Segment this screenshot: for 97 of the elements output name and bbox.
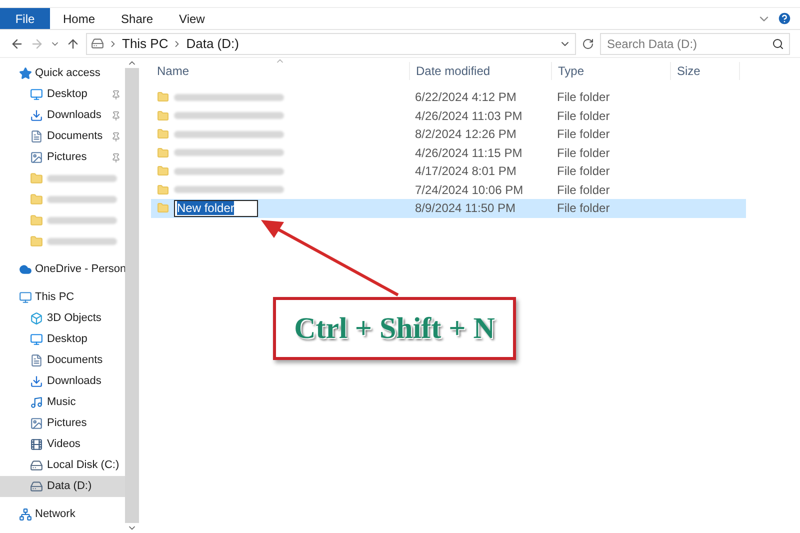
date-cell-text: 4/26/2024 11:03 PM	[414, 108, 524, 125]
nav-item[interactable]: Documents	[47, 128, 103, 145]
folder-icon	[157, 128, 169, 140]
nav-item[interactable]: Music	[47, 394, 76, 411]
nav-group-label[interactable]: Quick access	[35, 65, 100, 82]
pin-icon[interactable]	[111, 132, 121, 142]
file-row[interactable]: 4/17/2024 8:01 PM File folder	[151, 162, 746, 180]
pin-icon[interactable]	[111, 110, 121, 120]
download-icon	[30, 375, 43, 388]
column-header[interactable]: Name	[151, 62, 409, 80]
ribbon-tab[interactable]: Home	[50, 8, 108, 29]
nav-item[interactable]: Data (D:)	[47, 478, 92, 495]
type-cell-text: File folder	[556, 126, 611, 144]
nav-item[interactable]: Videos	[47, 436, 80, 453]
cloud-icon	[19, 263, 32, 276]
picture-icon	[30, 417, 43, 430]
date-cell-text: 4/17/2024 8:01 PM	[414, 163, 518, 180]
column-header[interactable]: Size	[670, 62, 740, 80]
type-cell-text: File folder	[556, 108, 611, 125]
nav-item[interactable]: Local Disk (C:)	[47, 457, 120, 474]
selected-row[interactable]: New folder 8/9/2024 11:50 PM File folder	[151, 199, 746, 218]
cube-icon	[30, 312, 43, 325]
address-bar[interactable]: This PC Data (D:)	[86, 32, 576, 54]
help-icon[interactable]	[777, 11, 792, 26]
up-icon[interactable]	[66, 36, 80, 50]
type-cell-text: File folder	[556, 163, 611, 180]
picture-icon	[30, 151, 43, 164]
type-cell-text: File folder	[556, 182, 611, 199]
document-icon	[30, 130, 43, 143]
search-icon	[772, 38, 784, 50]
file-tab[interactable]: File	[0, 8, 50, 29]
date-cell-text: 8/2/2024 12:26 PM	[414, 126, 518, 144]
pin-icon[interactable]	[111, 90, 121, 100]
download-icon	[30, 109, 43, 122]
folder-icon	[157, 110, 169, 122]
file-row[interactable]: 4/26/2024 11:03 PM File folder	[151, 106, 746, 125]
nav-group-label[interactable]: Network	[35, 506, 76, 523]
breadcrumb[interactable]: Data (D:)	[186, 34, 239, 54]
rename-field[interactable]: New folder	[174, 200, 258, 217]
refresh-icon[interactable]	[582, 38, 594, 50]
date-cell-text: 7/24/2024 10:06 PM	[414, 182, 524, 199]
type-cell-text: File folder	[556, 200, 611, 218]
file-row[interactable]: 7/24/2024 10:06 PM File folder	[151, 180, 746, 199]
blurred-label	[47, 196, 117, 203]
pin-icon[interactable]	[111, 152, 121, 162]
folder-icon	[157, 165, 169, 178]
drive-icon	[30, 480, 43, 493]
nav-item[interactable]: Documents	[47, 352, 103, 369]
type-cell-text: File folder	[556, 89, 611, 106]
file-row[interactable]: 4/26/2024 11:15 PM File folder	[151, 144, 746, 162]
selected-text: New folder	[177, 201, 234, 216]
music-note-icon	[30, 396, 43, 409]
network-icon	[19, 508, 32, 521]
nav-item[interactable]: Desktop	[47, 331, 88, 348]
column-header[interactable]: Type	[551, 62, 670, 80]
type-cell-text: File folder	[556, 144, 611, 162]
nav-item[interactable]: Pictures	[47, 415, 87, 432]
nav-item[interactable]: 3D Objects	[47, 310, 102, 327]
nav-item[interactable]: Pictures	[47, 149, 87, 166]
shortcut-text: Ctrl + Shift + N	[294, 311, 495, 347]
monitor-icon	[30, 88, 43, 101]
drive-icon	[30, 459, 43, 472]
search-field[interactable]: Search Data (D:)	[600, 32, 790, 54]
date-cell-text: 6/22/2024 4:12 PM	[414, 89, 518, 106]
column-header[interactable]: Date modified	[409, 62, 551, 80]
scrollbar[interactable]	[125, 58, 139, 533]
film-icon	[30, 438, 43, 451]
blurred-label	[47, 217, 117, 224]
nav-item-highlight[interactable]: Data (D:)	[0, 476, 125, 497]
folder-icon	[30, 214, 43, 227]
file-row[interactable]: 6/22/2024 4:12 PM File folder	[151, 88, 746, 106]
nav-item[interactable]: Downloads	[47, 107, 102, 124]
folder-icon	[30, 172, 43, 185]
breadcrumb[interactable]: This PC	[122, 34, 168, 54]
blurred-label	[47, 238, 117, 245]
star-icon	[19, 67, 32, 80]
nav-item[interactable]: Desktop	[47, 86, 88, 103]
folder-icon	[157, 202, 169, 214]
file-row[interactable]: 8/2/2024 12:26 PM File folder	[151, 125, 746, 144]
computer-icon	[19, 291, 32, 304]
back-icon[interactable]	[10, 36, 24, 50]
folder-icon	[157, 184, 169, 196]
folder-icon	[30, 235, 43, 248]
folder-icon	[157, 91, 169, 104]
document-icon	[30, 354, 43, 367]
folder-icon	[30, 193, 43, 206]
folder-icon	[157, 146, 169, 159]
ribbon-tab[interactable]: View	[166, 8, 218, 29]
nav-group-label[interactable]: This PC	[35, 289, 74, 306]
nav-group-label[interactable]: OneDrive - Person	[35, 261, 125, 278]
date-cell-text: 8/9/2024 11:50 PM	[414, 200, 517, 218]
nav-item[interactable]: Downloads	[47, 373, 102, 390]
monitor-icon	[30, 333, 43, 346]
ribbon-tab[interactable]: Share	[108, 8, 166, 29]
blurred-label	[47, 175, 117, 182]
drive-icon	[91, 37, 104, 50]
date-cell-text: 4/26/2024 11:15 PM	[414, 144, 524, 162]
